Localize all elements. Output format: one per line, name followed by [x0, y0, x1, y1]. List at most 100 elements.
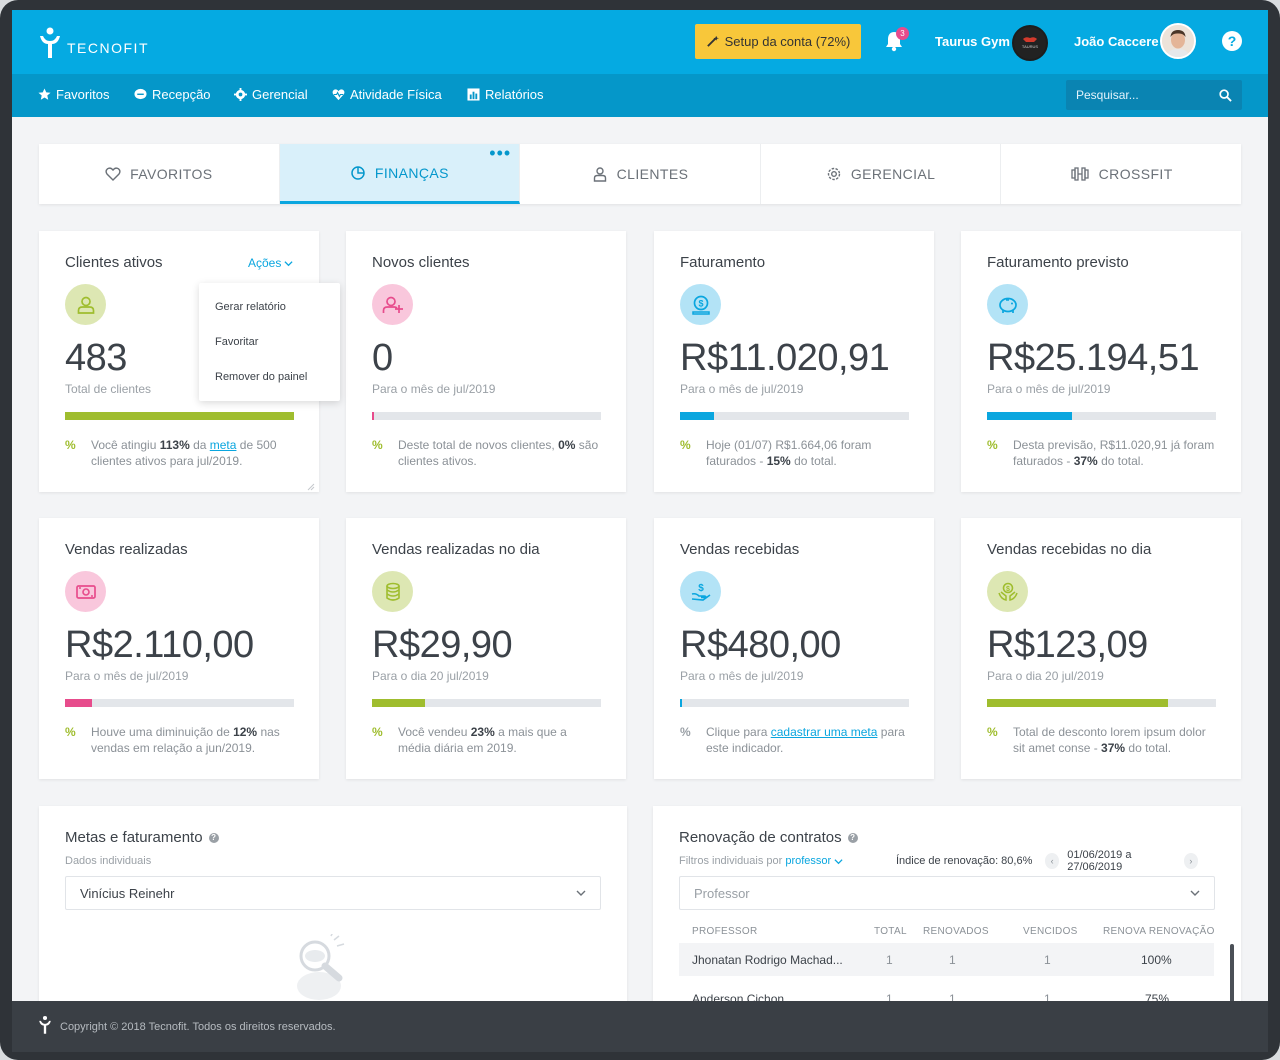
banknote-icon	[65, 571, 106, 612]
professor-select-placeholder: Professor	[694, 885, 750, 901]
nav-label: Recepção	[152, 87, 211, 102]
card-value: R$480,00	[680, 624, 841, 666]
tecnofit-logo[interactable]: TECNOFIT	[38, 27, 149, 59]
nav-item-atividade-fisica[interactable]: Atividade Física	[332, 87, 442, 102]
column-header-renova-renovacao[interactable]: RENOVA RENOVAÇÃO	[1103, 926, 1215, 937]
professor-select[interactable]: Professor	[679, 876, 1215, 910]
column-header-total[interactable]: TOTAL	[874, 926, 907, 937]
actions-dropdown-toggle[interactable]: Ações	[248, 256, 293, 270]
search-icon[interactable]	[1219, 89, 1232, 102]
card-vendas-realizadas[interactable]: Vendas realizadas R$2.110,00 Para o mês de…	[39, 518, 319, 779]
card-note: % Deste total de novos clientes, 0% são c…	[372, 437, 602, 469]
help-icon[interactable]: ?	[208, 832, 219, 843]
cell-professor: Jhonatan Rodrigo Machad...	[692, 953, 843, 967]
tab-financas[interactable]: FINANÇAS •••	[279, 144, 521, 204]
note-text: Deste total de novos clientes,	[398, 438, 559, 452]
card-clientes-ativos[interactable]: Clientes ativos 483 Total de clientes% Você…	[39, 231, 340, 492]
progress-bar	[65, 412, 294, 420]
user-photo-icon	[1162, 25, 1194, 57]
metas-title-text: Metas e faturamento	[65, 829, 203, 846]
notifications-button[interactable]: 3	[884, 27, 910, 56]
date-range-nav: ‹ 01/06/2019 a 27/06/2019 ›	[1045, 849, 1198, 873]
column-header-vencidos[interactable]: VENCIDOS	[1023, 926, 1078, 937]
bull-icon: TAURUS	[1022, 37, 1038, 49]
card-novos-clientes[interactable]: Novos clientes 0 Para o mês de jul/2019% De…	[346, 231, 626, 492]
setup-account-button[interactable]: Setup da conta (72%)	[695, 24, 861, 59]
resize-handle-icon[interactable]	[305, 478, 315, 491]
nav-item-gerencial[interactable]: Gerencial	[234, 87, 308, 102]
next-period-button[interactable]: ›	[1183, 853, 1198, 869]
note-link[interactable]: meta	[210, 438, 237, 452]
help-icon[interactable]: ?	[847, 832, 858, 843]
cell-renova-renovacao: 100%	[1141, 953, 1172, 967]
progress-bar	[65, 699, 294, 707]
prev-period-button[interactable]: ‹	[1045, 853, 1060, 869]
card-subtitle: Para o mês de jul/2019	[680, 382, 804, 396]
note-text: do total.	[1125, 741, 1172, 755]
help-button[interactable]: ?	[1222, 31, 1242, 51]
note-body: Hoje (01/07) R$1.664,06 foram faturados …	[706, 437, 910, 469]
date-range[interactable]: 01/06/2019 a 27/06/2019	[1067, 849, 1176, 873]
svg-text:$: $	[698, 583, 704, 594]
tab-gerencial[interactable]: GERENCIAL	[761, 144, 1002, 204]
column-header-renovados[interactable]: RENOVADOS	[923, 926, 989, 937]
metas-person-select[interactable]: Vinícius Reinehr	[65, 876, 601, 910]
svg-text:$: $	[1006, 586, 1010, 593]
card-value: 0	[372, 337, 393, 379]
actions-label: Ações	[248, 256, 282, 270]
menu-item[interactable]: Remover do painel	[215, 371, 307, 383]
percent-icon: %	[987, 725, 998, 739]
table-row[interactable]: Jhonatan Rodrigo Machad... 1 1 1 100%	[679, 943, 1214, 976]
progress-fill	[372, 699, 425, 707]
card-subtitle: Para o mês de jul/2019	[680, 669, 804, 683]
table-scrollbar[interactable]	[1230, 944, 1234, 1004]
gym-logo[interactable]: TAURUS	[1012, 25, 1048, 61]
note-text: da	[189, 438, 210, 452]
coins-stack-icon	[372, 571, 413, 612]
user-name[interactable]: João Caccere	[1074, 34, 1159, 49]
nav-item-relatorios[interactable]: Relatórios	[467, 87, 544, 102]
metas-panel: Metas e faturamento ? Dados individuais …	[39, 806, 627, 1006]
progress-bar	[372, 699, 601, 707]
tab-favoritos[interactable]: FAVORITOS	[39, 144, 280, 204]
note-body: Deste total de novos clientes, 0% são cl…	[398, 437, 602, 469]
note-link[interactable]: cadastrar uma meta	[771, 725, 878, 739]
card-faturamento-previsto[interactable]: Faturamento previsto R$25.194,51 Para o mê…	[961, 231, 1241, 492]
more-options-icon[interactable]: •••	[489, 144, 511, 162]
menu-item[interactable]: Favoritar	[215, 336, 258, 348]
card-subtitle: Para o dia 20 jul/2019	[987, 669, 1104, 683]
card-vendas-recebidas-dia[interactable]: Vendas recebidas no dia $ R$123,09 Para o d…	[961, 518, 1241, 779]
gear-icon	[827, 167, 841, 181]
nav-item-favoritos[interactable]: Favoritos	[38, 87, 109, 102]
progress-fill	[680, 412, 714, 420]
user-avatar[interactable]	[1160, 23, 1196, 59]
add-user-icon	[372, 284, 413, 325]
gym-name[interactable]: Taurus Gym	[935, 34, 1010, 49]
note-body: Você atingiu 113% da meta de 500 cliente…	[91, 437, 295, 469]
metas-subtitle: Dados individuais	[65, 855, 152, 867]
note-highlight: 37%	[1101, 741, 1126, 755]
tab-label: FINANÇAS	[374, 164, 449, 181]
tab-crossfit[interactable]: CROSSFIT	[1001, 144, 1241, 204]
search-input[interactable]	[1076, 88, 1216, 102]
piggy-bank-icon	[987, 284, 1028, 325]
menu-item[interactable]: Gerar relatório	[215, 301, 286, 313]
card-note: % Hoje (01/07) R$1.664,06 foram faturados…	[680, 437, 910, 469]
card-vendas-realizadas-dia[interactable]: Vendas realizadas no dia R$29,90 Para o di…	[346, 518, 626, 779]
chevron-down-icon[interactable]	[834, 857, 843, 866]
card-faturamento[interactable]: Faturamento $ R$11.020,91 Para o mês de jul…	[654, 231, 934, 492]
column-header-professor[interactable]: PROFESSOR	[692, 926, 758, 937]
progress-bar	[680, 699, 909, 707]
renovacao-filter: Filtros individuais por professor	[679, 855, 843, 867]
filter-professor-link[interactable]: professor	[785, 855, 831, 867]
tab-clientes[interactable]: CLIENTES	[520, 144, 761, 204]
note-highlight: 113%	[159, 438, 190, 452]
card-vendas-recebidas[interactable]: Vendas recebidas $ R$480,00 Para o mês de j…	[654, 518, 934, 779]
card-note: % Clique para cadastrar uma meta para est…	[680, 724, 910, 756]
card-value: R$2.110,00	[65, 624, 254, 666]
progress-fill	[65, 412, 294, 420]
note-highlight: 23%	[470, 725, 495, 739]
logo-text: TECNOFIT	[67, 40, 149, 56]
note-text: do total.	[1097, 454, 1144, 468]
nav-item-recepcao[interactable]: Recepção	[134, 87, 211, 102]
